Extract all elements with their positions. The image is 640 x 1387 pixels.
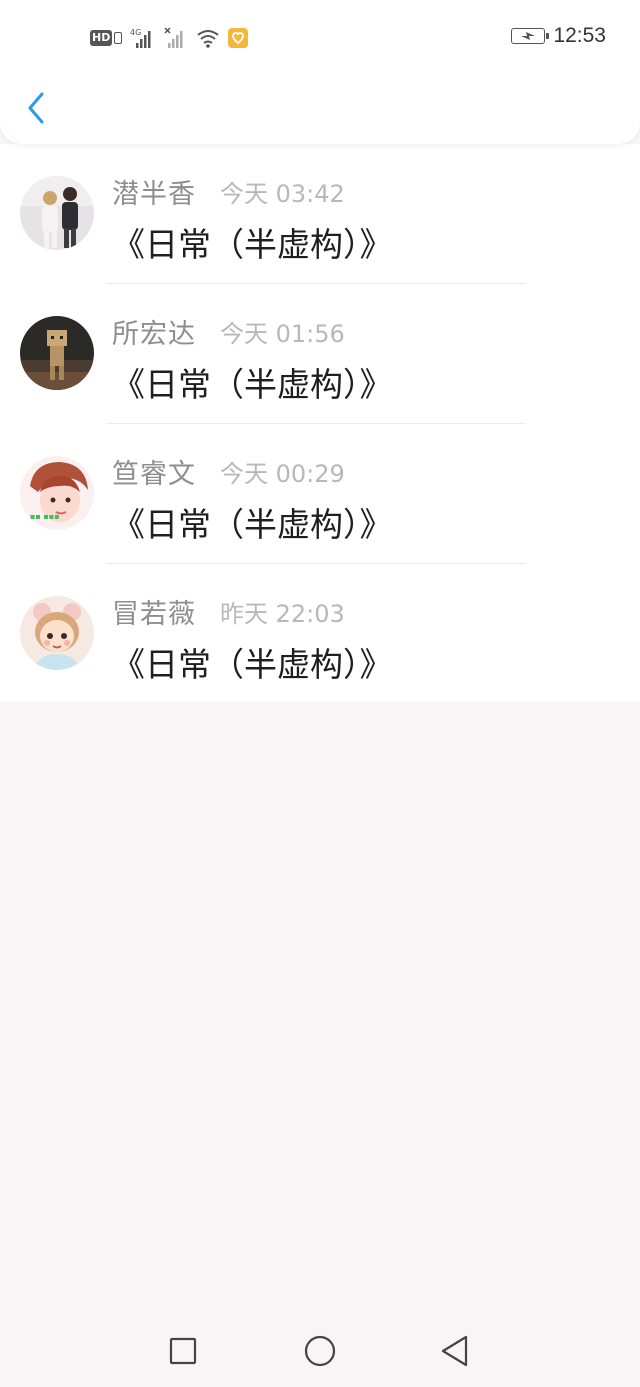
header: HD 4G 12:53 bbox=[0, 0, 640, 144]
circle-home-icon bbox=[304, 1335, 336, 1367]
post-time: 今天 00:29 bbox=[220, 460, 345, 488]
home-button[interactable] bbox=[303, 1334, 337, 1368]
nav-back-button[interactable] bbox=[438, 1334, 472, 1368]
square-recent-apps-icon bbox=[169, 1337, 197, 1365]
author-name: 潜半香 bbox=[112, 179, 196, 210]
notification-app-icon bbox=[228, 28, 249, 48]
triangle-back-icon bbox=[441, 1335, 468, 1367]
avatar[interactable] bbox=[20, 316, 94, 390]
status-icons: HD 4G bbox=[90, 26, 249, 50]
battery-charging-icon bbox=[511, 28, 550, 44]
author-name: 笪睿文 bbox=[112, 459, 196, 490]
avatar[interactable]: ▪▪ ▪▪▪ bbox=[20, 456, 94, 530]
post-title[interactable]: 《日常（半虚构）》 bbox=[112, 218, 393, 266]
signal-4g-icon: 4G bbox=[130, 27, 156, 49]
hd-icon: HD bbox=[90, 30, 123, 46]
post-title[interactable]: 《日常（半虚构）》 bbox=[112, 498, 393, 546]
back-button[interactable] bbox=[22, 88, 50, 128]
svg-text:▪▪ ▪▪▪: ▪▪ ▪▪▪ bbox=[30, 512, 60, 521]
list-item[interactable]: 所宏达 今天 01:56 《日常（半虚构）》 bbox=[0, 284, 640, 424]
post-time: 今天 01:56 bbox=[220, 320, 345, 348]
post-title[interactable]: 《日常（半虚构）》 bbox=[112, 358, 393, 406]
post-time: 昨天 22:03 bbox=[220, 600, 345, 628]
list-item[interactable]: 潜半香 今天 03:42 《日常（半虚构）》 bbox=[0, 144, 640, 284]
avatar[interactable] bbox=[20, 176, 94, 250]
author-name: 冒若薇 bbox=[112, 599, 196, 630]
author-name: 所宏达 bbox=[112, 319, 196, 350]
post-title[interactable]: 《日常（半虚构）》 bbox=[112, 638, 393, 686]
wifi-icon bbox=[196, 28, 220, 48]
list-item[interactable]: 冒若薇 昨天 22:03 《日常（半虚构）》 bbox=[0, 564, 640, 704]
signal-no-service-icon bbox=[164, 27, 188, 49]
svg-text:4G: 4G bbox=[130, 28, 141, 37]
status-bar: HD 4G 12:53 bbox=[0, 0, 640, 76]
system-nav-bar bbox=[0, 1316, 640, 1387]
post-list: 潜半香 今天 03:42 《日常（半虚构）》 所宏达 今天 01:56 《日常（… bbox=[0, 144, 640, 702]
status-right: 12:53 bbox=[511, 24, 606, 48]
recent-apps-button[interactable] bbox=[166, 1334, 200, 1368]
chevron-left-icon bbox=[28, 92, 44, 124]
list-item[interactable]: ▪▪ ▪▪▪ 笪睿文 今天 00:29 《日常（半虚构）》 bbox=[0, 424, 640, 564]
avatar[interactable] bbox=[20, 596, 94, 670]
post-time: 今天 03:42 bbox=[220, 180, 345, 208]
status-time: 12:53 bbox=[553, 24, 606, 47]
